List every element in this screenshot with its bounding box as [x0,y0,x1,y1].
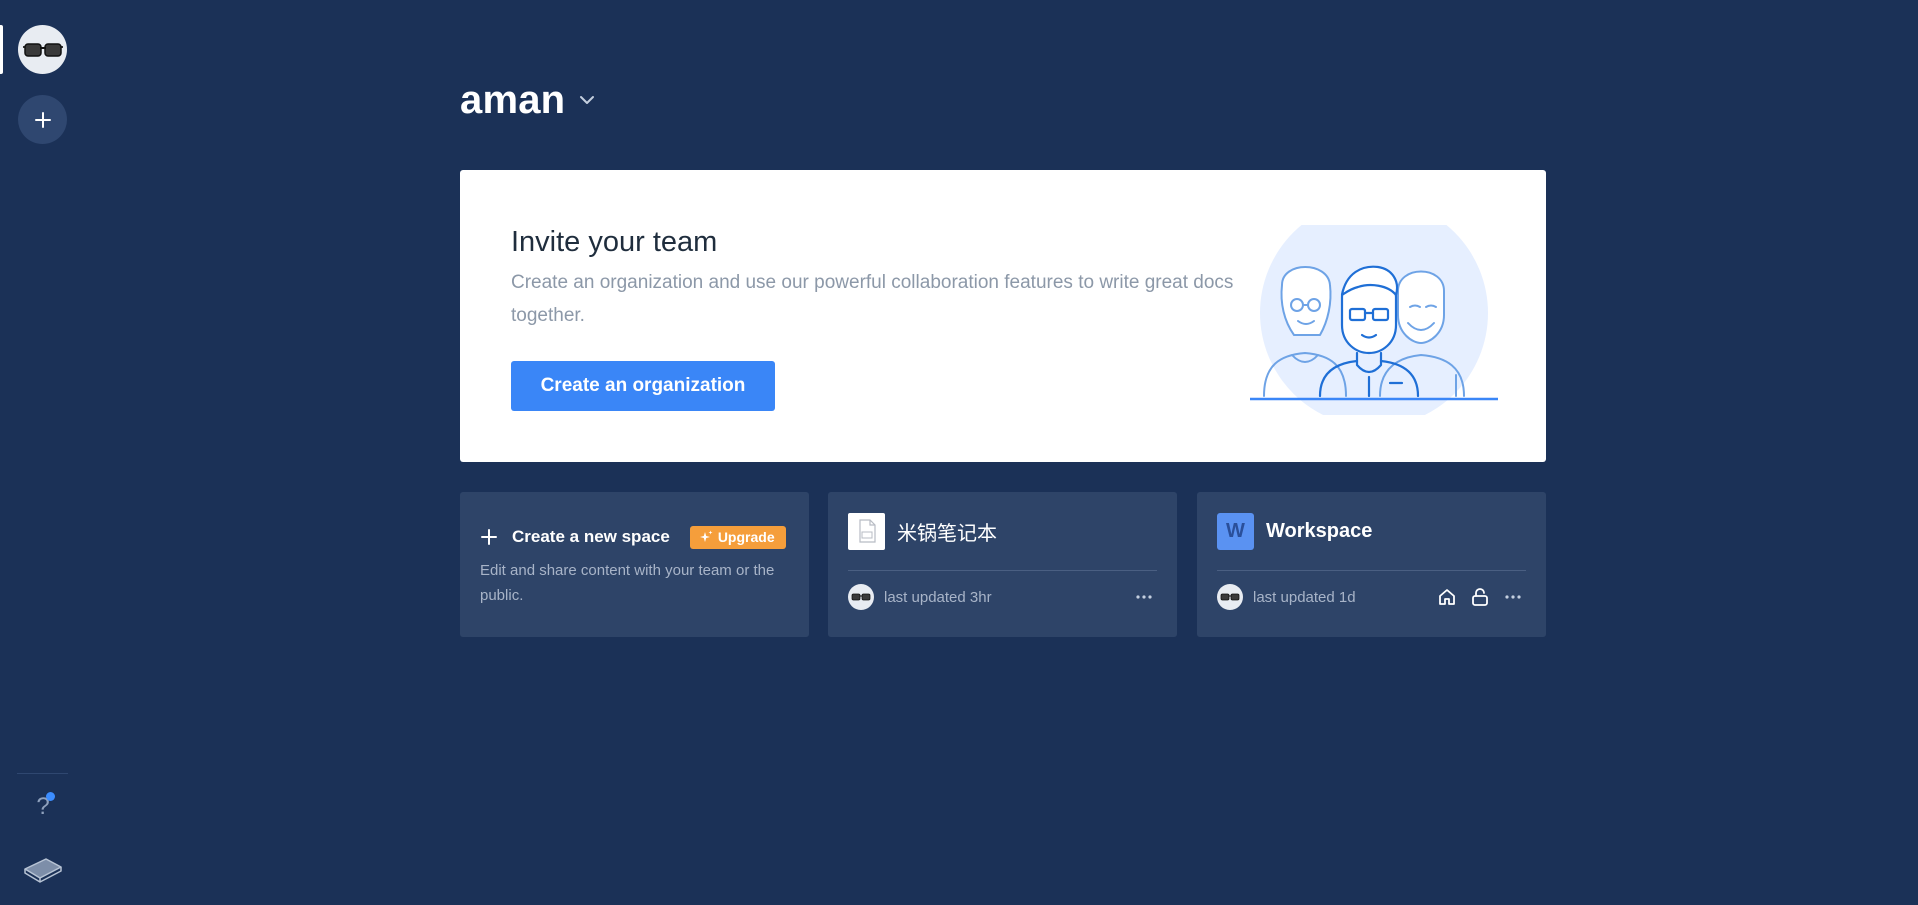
team-illustration [1250,225,1498,415]
create-space-description: Edit and share content with your team or… [480,562,775,604]
plus-icon [481,529,497,545]
create-space-header: Create a new space Upgrade [480,524,786,550]
chevron-down-icon [580,96,595,104]
workspace-name: aman [460,77,566,122]
app-root: ? aman Invite your team Create an organi… [0,0,1918,905]
left-rail: ? [0,0,86,905]
more-options-button[interactable] [1500,584,1526,610]
lock-icon [1472,588,1488,606]
home-button[interactable] [1434,584,1460,610]
workspace-switcher[interactable]: aman [460,76,595,124]
upgrade-label: Upgrade [717,529,775,545]
invite-team-card: Invite your team Create an organization … [460,170,1546,462]
create-space-card[interactable]: Create a new space Upgrade Edit and shar… [460,492,809,637]
space-open-link[interactable]: W Workspace [1217,512,1372,550]
owner-avatar [1217,584,1243,610]
sunglasses-icon [22,42,63,57]
space-card: 米锅笔记本 last updated 3hr [828,492,1177,637]
more-options-button[interactable] [1131,584,1157,610]
owner-avatar [848,584,874,610]
sparkle-icon [699,530,713,542]
create-space-title: Create a new space [512,527,670,546]
card-divider [1217,570,1526,571]
space-footer: last updated 1d [1217,584,1526,610]
last-updated: last updated 3hr [884,588,992,606]
create-organization-button[interactable]: Create an organization [511,361,775,411]
invite-title: Invite your team [511,226,718,258]
help-button[interactable]: ? [26,790,60,824]
user-avatar[interactable] [18,25,67,74]
more-horizontal-icon [1136,595,1152,599]
invite-description: Create an organization and use our power… [511,272,1234,326]
add-workspace-button[interactable] [18,95,67,144]
active-indicator [0,25,3,74]
home-icon [1439,589,1455,605]
app-logo[interactable] [22,852,64,884]
plus-icon [34,111,51,128]
privacy-button[interactable] [1467,584,1493,610]
last-updated: last updated 1d [1253,588,1356,606]
rail-divider [17,773,68,774]
space-open-link[interactable]: 米锅笔记本 [848,512,997,550]
book-logo-icon [24,858,62,883]
notification-dot [46,792,55,801]
space-title: Workspace [1266,519,1373,542]
more-horizontal-icon [1505,595,1521,599]
sunglasses-icon [851,593,871,601]
sunglasses-icon [1220,593,1240,601]
space-card: W Workspace last updated 1d [1197,492,1546,637]
document-icon [848,512,885,550]
space-title: 米锅笔记本 [897,522,997,545]
upgrade-badge[interactable]: Upgrade [689,525,786,549]
space-letter-icon: W [1217,512,1254,550]
card-divider [848,570,1157,571]
space-footer: last updated 3hr [848,584,1157,610]
